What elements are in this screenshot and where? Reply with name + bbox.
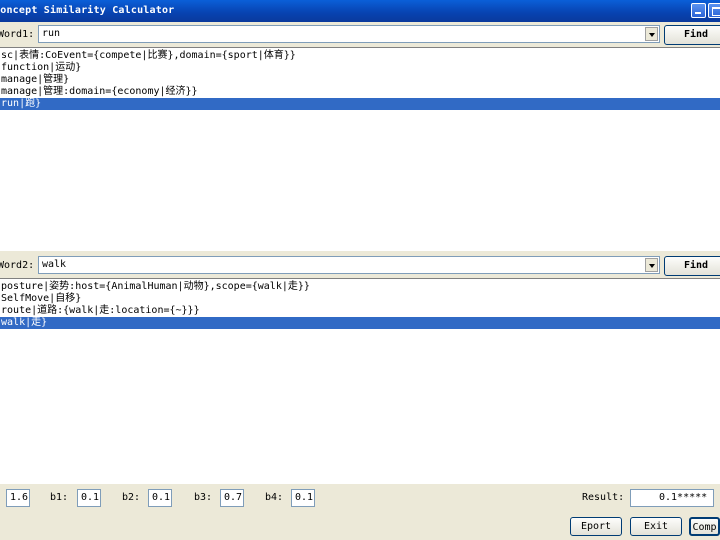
b2-input[interactable]: 0.1: [148, 489, 172, 507]
word2-value: walk: [42, 259, 67, 270]
word2-label: Word2:: [0, 260, 35, 271]
window-title: Concept Similarity Calculator: [0, 5, 175, 16]
b3-input[interactable]: 0.7: [220, 489, 244, 507]
result-value: 0.1*****: [630, 489, 714, 507]
list-item[interactable]: {manage|管理:domain={economy|经济}}: [0, 86, 198, 98]
list-item[interactable]: {function|运动}: [0, 62, 81, 74]
list-item-label: {walk|走}: [0, 317, 48, 328]
maximize-button[interactable]: [708, 3, 720, 18]
b1-label: b1:: [50, 492, 69, 503]
list-item[interactable]: {manage|管理}: [0, 74, 69, 86]
word2-sense-list[interactable]: {posture|姿势:host={AnimalHuman|动物},scope=…: [0, 278, 720, 484]
alpha-input[interactable]: 1.6: [6, 489, 30, 507]
export-button[interactable]: Eport: [570, 517, 622, 536]
list-item[interactable]: {posture|姿势:host={AnimalHuman|动物},scope=…: [0, 281, 310, 293]
b2-label: b2:: [122, 492, 141, 503]
list-item-selected[interactable]: {run|跑}: [0, 98, 720, 110]
word1-combobox[interactable]: run: [38, 25, 660, 43]
list-item-label: {run|跑}: [0, 98, 42, 109]
result-label: Result:: [582, 492, 625, 503]
word1-value: run: [42, 28, 61, 39]
word1-dropdown-arrow-icon[interactable]: [645, 27, 658, 41]
word2-combobox[interactable]: walk: [38, 256, 660, 274]
list-item[interactable]: {route|道路:{walk|走:location={~}}}: [0, 305, 200, 317]
b4-input[interactable]: 0.1: [291, 489, 315, 507]
find-word2-button[interactable]: Find: [664, 256, 720, 276]
find-word1-button[interactable]: Find: [664, 25, 720, 45]
word1-label: Word1:: [0, 29, 35, 40]
word2-dropdown-arrow-icon[interactable]: [645, 258, 658, 272]
title-bar: Concept Similarity Calculator: [0, 0, 720, 22]
list-item[interactable]: {SelfMove|自移}: [0, 293, 81, 305]
b4-label: b4:: [265, 492, 284, 503]
list-item-selected[interactable]: {walk|走}: [0, 317, 720, 329]
b3-label: b3:: [194, 492, 213, 503]
b1-input[interactable]: 0.1: [77, 489, 101, 507]
compute-button[interactable]: Comp: [689, 517, 720, 536]
exit-button[interactable]: Exit: [630, 517, 682, 536]
minimize-button[interactable]: [691, 3, 706, 18]
word1-sense-list[interactable]: {sc|表情:CoEvent={compete|比赛},domain={spor…: [0, 47, 720, 251]
list-item[interactable]: {sc|表情:CoEvent={compete|比赛},domain={spor…: [0, 50, 296, 62]
